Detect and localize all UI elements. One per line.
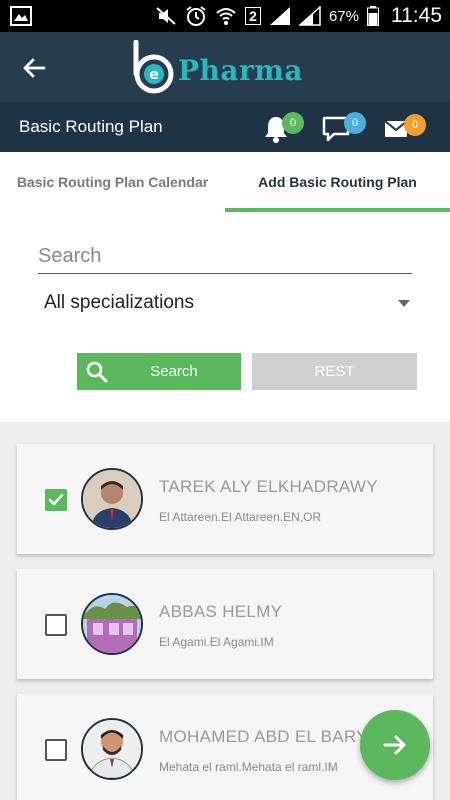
avatar <box>81 593 143 655</box>
avatar <box>81 468 143 530</box>
app-logo: e Pharma <box>128 40 328 96</box>
svg-text:e: e <box>149 67 159 83</box>
doctor-address: El Agami.El Agami.IM <box>159 635 274 649</box>
mail-badge: 0 <box>404 114 426 136</box>
tab-bar: Basic Routing Plan Calendar Add Basic Ro… <box>0 152 450 212</box>
search-button[interactable]: Search <box>77 353 241 390</box>
doctor-address: Mehata el raml.Mehata el raml.IM <box>159 760 338 774</box>
doctor-name: ABBAS HELMY <box>159 602 283 621</box>
checkmark-icon <box>48 493 64 506</box>
gallery-icon <box>10 6 32 26</box>
tab-routing-calendar[interactable]: Basic Routing Plan Calendar <box>0 152 225 212</box>
search-panel: All specializations Search REST <box>0 212 450 422</box>
mute-icon <box>156 7 176 25</box>
specialization-value: All specializations <box>44 292 194 313</box>
logo-mark: e <box>133 40 174 94</box>
sim-indicator: 2 <box>245 7 261 25</box>
battery-percent: 67% <box>328 7 359 25</box>
messages-badge: 0 <box>344 112 366 134</box>
search-input[interactable] <box>38 240 412 274</box>
select-checkbox[interactable] <box>45 614 67 636</box>
doctor-name: MOHAMED ABD EL BARY <box>159 727 368 746</box>
clock: 11:45 <box>391 4 442 27</box>
select-checkbox[interactable] <box>45 739 67 761</box>
avatar <box>81 718 143 780</box>
status-icons: 2 67% 11:45 <box>155 0 442 32</box>
status-bar: 2 67% 11:45 <box>0 0 450 32</box>
doctor-name: TAREK ALY ELKHADRAWY <box>159 477 378 496</box>
notifications-badge: 0 <box>282 112 304 134</box>
doctor-address: El Attareen.El Attareen.EN,OR <box>159 510 322 524</box>
doctor-card[interactable]: ABBAS HELMY El Agami.El Agami.IM <box>17 569 433 679</box>
arrow-right-icon <box>383 735 406 755</box>
mail-button[interactable]: 0 <box>384 112 426 144</box>
doctor-card[interactable]: TAREK ALY ELKHADRAWY El Attareen.El Atta… <box>17 444 433 554</box>
page-title: Basic Routing Plan <box>19 117 163 136</box>
alarm-icon <box>186 6 206 26</box>
select-checkbox[interactable] <box>45 489 67 511</box>
tab-add-routing-plan[interactable]: Add Basic Routing Plan <box>225 152 450 212</box>
wifi-icon <box>216 8 236 25</box>
app-header: e Pharma <box>0 32 450 102</box>
specialization-select[interactable]: All specializations <box>38 286 412 322</box>
reset-button[interactable]: REST <box>252 353 417 390</box>
search-button-label: Search <box>150 363 198 380</box>
signal-icon <box>269 7 290 25</box>
signal-icon-2 <box>298 6 321 26</box>
notifications-button[interactable]: 0 <box>262 112 304 144</box>
battery-icon <box>367 6 379 26</box>
arrow-left-icon[interactable] <box>18 52 50 84</box>
logo-text: Pharma <box>178 54 304 87</box>
messages-button[interactable]: 0 <box>322 112 366 144</box>
next-button[interactable] <box>360 710 430 780</box>
dropdown-caret-icon <box>398 300 410 307</box>
sub-header: Basic Routing Plan 0 0 0 <box>0 102 450 152</box>
